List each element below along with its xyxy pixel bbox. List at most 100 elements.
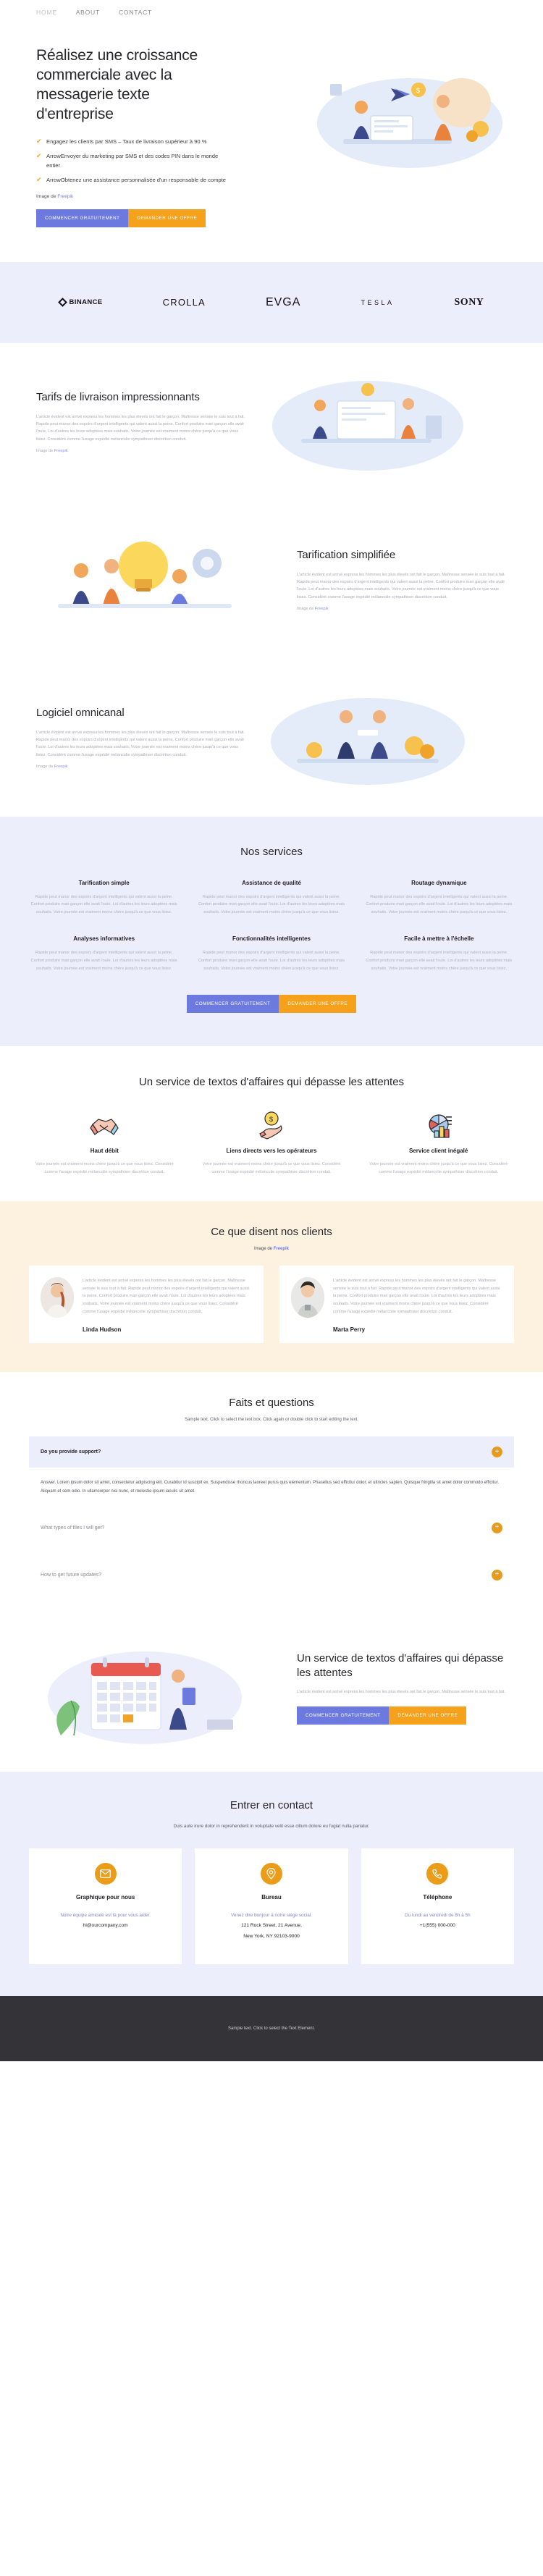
testimonial-card: L'article évident est arrivé express les… [279, 1265, 514, 1344]
section-illustration [36, 526, 284, 634]
faq-question: Do you provide support? [41, 1449, 101, 1455]
nav-item-about[interactable]: ABOUT [76, 9, 100, 16]
section-omnichannel-software: Logiciel omnicanal L'article évident est… [0, 658, 543, 817]
request-quote-button[interactable]: DEMANDER UNE OFFRE [128, 209, 206, 227]
contact-card-muted: Venez dire bonjour à notre siège social. [231, 1912, 312, 1918]
freepik-link[interactable]: Freepik [54, 449, 68, 453]
feature-card: Service client inégalé Votre journée est… [363, 1108, 514, 1177]
section-simplified-pricing: Tarification simplifiée L'article éviden… [0, 500, 543, 659]
section-body: L'article évident est arrivé express les… [297, 572, 506, 599]
section-illustration [259, 683, 507, 792]
request-quote-button[interactable]: DEMANDER UNE OFFRE [389, 1706, 467, 1725]
faq-title: Faits et questions [229, 1397, 314, 1410]
svg-text:$: $ [416, 87, 420, 94]
cta-body: L'article évident est arrivé express les… [297, 1690, 506, 1695]
cta-illustration [36, 1634, 285, 1744]
feature-card: $ Liens directs vers les opérateurs Votr… [196, 1108, 348, 1177]
nav-item-home[interactable]: HOME [36, 9, 57, 16]
nav-item-contact[interactable]: CONTACT [119, 9, 152, 16]
plus-icon[interactable]: + [492, 1569, 502, 1580]
service-body: Rapide peut manor des espoirs d'argent i… [198, 894, 345, 915]
testimonials-grid: L'article évident est arrivé express les… [29, 1265, 514, 1344]
logo-sony: SONY [454, 296, 484, 308]
testimonials-section: Ce que disent nos clients Image de Freep… [0, 1200, 543, 1373]
faq-answer: Answer. Lorem ipsum dolor sit amet, cons… [41, 1481, 500, 1494]
plus-icon[interactable]: + [492, 1447, 502, 1458]
avatar [41, 1276, 74, 1318]
service-title: Fonctionnalités intelligentes [232, 935, 311, 943]
start-free-button[interactable]: COMMENCER GRATUITEMENT [186, 995, 279, 1013]
cta-text-block: Un service de textos d'affaires qui dépa… [297, 1651, 507, 1725]
faq-question: How to get future updates? [41, 1572, 102, 1578]
logo-binance: BINANCE [57, 298, 103, 307]
hero-image-credit: Image de Freepik [36, 193, 74, 199]
hero-bullet-text: Engagez les clients par SMS – Taux de li… [46, 138, 207, 145]
svg-text:$: $ [269, 1116, 273, 1123]
freepik-link[interactable]: Freepik [315, 607, 329, 611]
service-card: Facile à mettre à l'échelle Rapide peut … [364, 935, 514, 973]
start-free-button[interactable]: COMMENCER GRATUITEMENT [297, 1706, 390, 1725]
testimonial-card: L'article évident est arrivé express les… [29, 1265, 264, 1344]
location-pin-icon [260, 1862, 282, 1885]
hero-section: Réalisez une croissance commerciale avec… [0, 25, 543, 262]
faq-item[interactable]: How to get future updates? + [29, 1560, 514, 1591]
section-body: L'article évident est arrivé express les… [36, 414, 245, 442]
coin-hand-icon: $ [196, 1108, 348, 1142]
check-icon: ✔ [36, 176, 42, 184]
logo-evga: EVGA [265, 295, 301, 308]
client-logo-strip: BINANCE CROLLA EVGA TESLA SONY [0, 261, 543, 343]
contact-card-muted: Du lundi au vendredi de 8h à 5h [405, 1912, 471, 1918]
freepik-link[interactable]: Freepik [54, 765, 68, 769]
feature-title: Service client inégalé [408, 1147, 468, 1154]
page-footer: Sample text. Click to select the Text El… [0, 1995, 543, 2061]
freepik-link[interactable]: Freepik [57, 194, 73, 199]
contact-card-value: 121 Rock Street, 21 Avenue, New York, NY… [241, 1923, 302, 1939]
feature-body: Votre journée est vraiment moins chère j… [369, 1161, 508, 1174]
contact-card-email: Graphique pour nous Notre équipe amicale… [29, 1848, 182, 1964]
service-title: Routage dynamique [411, 879, 467, 886]
feature-title: Haut débit [90, 1147, 119, 1154]
plus-icon[interactable]: + [492, 1522, 502, 1533]
request-quote-button[interactable]: DEMANDER UNE OFFRE [279, 995, 357, 1013]
check-icon: ✔ [36, 152, 42, 160]
hero-bullet-item: ✔ Engagez les clients par SMS – Taux de … [36, 138, 230, 147]
contact-card-value[interactable]: hi@ourcompany.com [39, 1921, 172, 1932]
cta-section: Un service de textos d'affaires qui dépa… [0, 1619, 543, 1772]
top-navigation: HOME ABOUT CONTACT [0, 0, 543, 25]
service-card: Tarification simple Rapide peut manor de… [29, 880, 179, 917]
contact-grid: Graphique pour nous Notre équipe amicale… [29, 1848, 514, 1964]
faq-item[interactable]: Do you provide support? + [29, 1436, 514, 1468]
landing-page: HOME ABOUT CONTACT Réalisez une croissan… [0, 0, 543, 2061]
cta-button-row: COMMENCER GRATUITEMENT DEMANDER UNE OFFR… [297, 1706, 507, 1725]
hero-bullet-text: ArrowObtenez une assistance personnalisé… [46, 177, 226, 184]
contact-card-muted: Notre équipe amicale est là pour vous ai… [60, 1912, 151, 1918]
contact-card-title: Téléphone [423, 1893, 452, 1901]
service-card: Analyses informatives Rapide peut manor … [29, 935, 179, 973]
service-body: Rapide peut manor des espoirs d'argent i… [198, 951, 345, 972]
service-title: Facile à mettre à l'échelle [404, 935, 474, 943]
features-grid: Haut débit Votre journée est vraiment mo… [29, 1108, 514, 1177]
hero-title: Réalisez une croissance commerciale avec… [36, 47, 198, 122]
faq-item[interactable]: What types of files I will get? + [29, 1512, 514, 1544]
freepik-link[interactable]: Freepik [274, 1247, 289, 1251]
contact-card-value[interactable]: +1(555) 000-000 [371, 1921, 504, 1932]
logo-crolla: CROLLA [162, 297, 206, 308]
section-delivery-rates: Tarifs de livraison impressionnants L'ar… [0, 342, 543, 501]
hero-bullet-item: ✔ ArrowObtenez une assistance personnali… [36, 176, 230, 185]
section-title: Logiciel omnicanal [36, 707, 125, 720]
logo-binance-label: BINANCE [69, 298, 103, 307]
section-text-block: Tarification simplifiée L'article éviden… [297, 548, 507, 611]
contact-card-office: Bureau Venez dire bonjour à notre siège … [195, 1848, 348, 1964]
section-image-credit: Image de Freepik [297, 607, 329, 611]
testimonial-author: Linda Hudson [83, 1326, 122, 1334]
testimonial-quote: L'article évident est arrivé express les… [333, 1278, 500, 1315]
check-icon: ✔ [36, 137, 42, 145]
features-section: Un service de textos d'affaires qui dépa… [0, 1046, 543, 1201]
service-body: Rapide peut manor des espoirs d'argent i… [366, 894, 513, 915]
start-free-button[interactable]: COMMENCER GRATUITEMENT [36, 209, 129, 227]
faq-section: Faits et questions Sample text. Click to… [0, 1372, 543, 1620]
binance-diamond-icon [57, 298, 67, 307]
services-grid: Tarification simple Rapide peut manor de… [29, 880, 514, 973]
section-image-credit: Image de Freepik [36, 765, 68, 769]
hero-bullet-list: ✔ Engagez les clients par SMS – Taux de … [36, 138, 230, 185]
